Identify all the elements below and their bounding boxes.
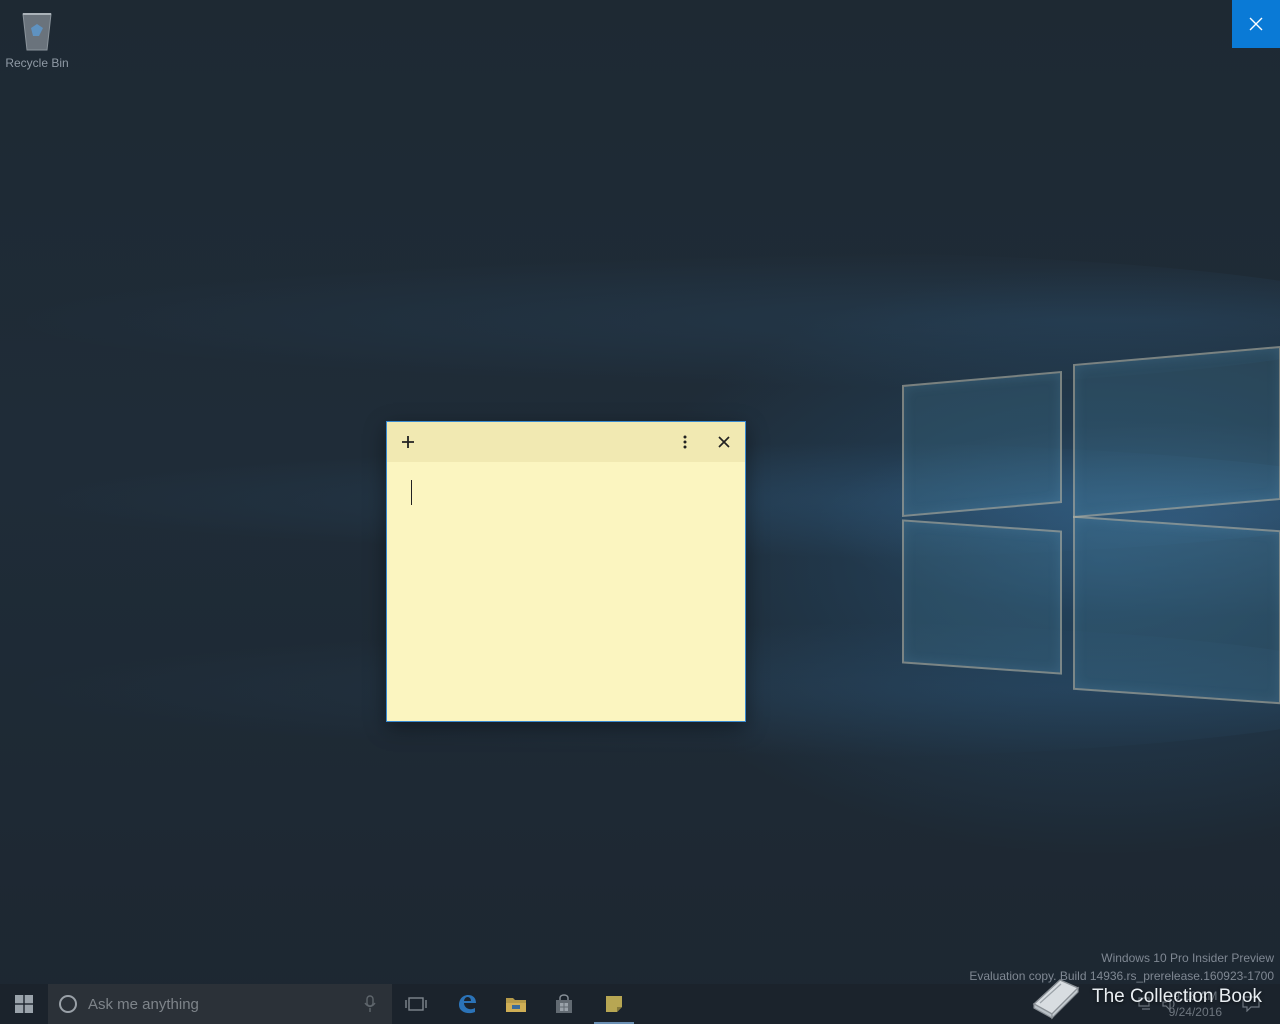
taskbar-file-explorer-button[interactable]: [494, 984, 538, 1024]
recycle-bin-icon: [17, 8, 57, 52]
desktop-icon-label: Recycle Bin: [5, 56, 69, 70]
wallpaper-logo-pane: [902, 519, 1062, 675]
windows-start-icon: [15, 995, 33, 1013]
microphone-icon[interactable]: [364, 995, 376, 1013]
task-view-button[interactable]: [394, 984, 438, 1024]
desktop-icon-recycle-bin[interactable]: Recycle Bin: [2, 8, 72, 70]
search-input[interactable]: [86, 994, 350, 1014]
plus-icon: [402, 436, 414, 448]
note-text[interactable]: [411, 480, 721, 500]
delete-note-button[interactable]: [706, 422, 742, 462]
sticky-notes-icon: [606, 996, 622, 1012]
cortana-circle-icon: [59, 995, 77, 1013]
text-caret: [411, 480, 412, 505]
close-icon: [718, 436, 730, 448]
folder-icon: [506, 998, 526, 1012]
overlay-close-button[interactable]: [1232, 0, 1280, 48]
sticky-note-window[interactable]: [386, 421, 746, 722]
close-icon: [1249, 17, 1263, 31]
branding-watermark: The Collection Book: [1030, 974, 1262, 1020]
wallpaper-logo-pane: [1073, 515, 1280, 705]
taskbar-store-button[interactable]: [542, 984, 586, 1024]
taskbar-edge-button[interactable]: [445, 984, 489, 1024]
wallpaper-logo-pane: [902, 371, 1062, 517]
taskbar-sticky-notes-button[interactable]: [592, 984, 636, 1024]
new-note-button[interactable]: [390, 422, 426, 462]
store-bag-icon: [556, 994, 572, 1013]
desktop: Recycle Bin Windows 10 Pro Insider Previ…: [0, 0, 1280, 1024]
branding-text: The Collection Book: [1092, 986, 1263, 1007]
start-button[interactable]: [0, 984, 48, 1024]
sticky-note-header[interactable]: [387, 422, 745, 462]
book-icon: [1032, 979, 1080, 1020]
cortana-search-box[interactable]: [48, 984, 392, 1024]
watermark-edition: Windows 10 Pro Insider Preview: [1101, 951, 1274, 965]
task-view-icon: [405, 997, 427, 1011]
wallpaper-logo-pane: [1073, 345, 1280, 519]
edge-browser-icon: [459, 995, 476, 1014]
note-menu-button[interactable]: [667, 422, 703, 462]
more-vertical-icon: [683, 435, 687, 449]
note-text-area[interactable]: [387, 462, 745, 720]
